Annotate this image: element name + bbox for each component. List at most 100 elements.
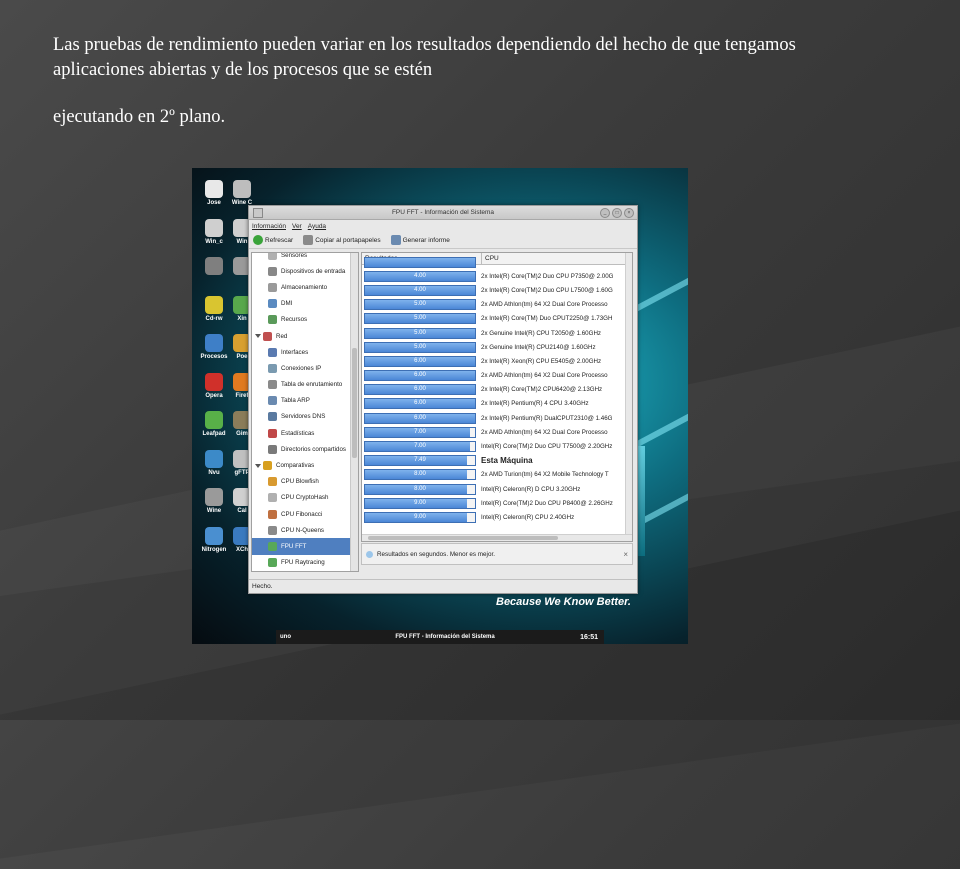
table-row[interactable]: 9.00 Intel(R) Celeron(R) CPU 2.40GHz bbox=[362, 510, 632, 524]
result-cell: 4.00 bbox=[362, 269, 478, 283]
sidebar-item[interactable]: Recursos bbox=[252, 312, 358, 328]
copy-button[interactable]: Copiar al portapapeles bbox=[303, 235, 381, 245]
result-cell: 6.00 bbox=[362, 411, 478, 425]
table-row[interactable]: 7.00 Intel(R) Core(TM)2 Duo CPU T7500@ 2.… bbox=[362, 439, 632, 453]
tree-item-icon bbox=[268, 525, 277, 535]
tree-scrollbar[interactable] bbox=[350, 253, 358, 571]
table-vertical-scrollbar[interactable] bbox=[625, 253, 632, 541]
expander-triangle-icon[interactable] bbox=[255, 463, 261, 468]
menu-ayuda[interactable]: Ayuda bbox=[308, 223, 326, 230]
sidebar-item[interactable]: CPU Fibonacci bbox=[252, 506, 358, 522]
column-header-cpu[interactable]: CPU bbox=[482, 253, 632, 264]
minimize-button[interactable]: _ bbox=[600, 208, 610, 218]
result-value: 6.00 bbox=[414, 357, 426, 364]
scroll-thumb[interactable] bbox=[368, 536, 558, 540]
sidebar-tree: Sensores Dispositivos de entrada Almacenam… bbox=[251, 252, 359, 572]
workspace-label[interactable]: uno bbox=[276, 634, 310, 640]
sidebar-item[interactable]: Estadísticas bbox=[252, 425, 358, 441]
sidebar-item[interactable]: Conexiones IP bbox=[252, 360, 358, 376]
tree-item-icon bbox=[268, 282, 277, 292]
result-cell: 8.00 bbox=[362, 468, 478, 482]
sidebar-item-label: Tabla ARP bbox=[281, 397, 310, 405]
expander-triangle-icon[interactable] bbox=[255, 334, 261, 339]
result-cell: 8.00 bbox=[362, 482, 478, 496]
table-row[interactable]: 5.00 2x Genuine Intel(R) CPU2140@ 1.60GHz bbox=[362, 340, 632, 354]
result-bar: 4.00 bbox=[364, 284, 476, 296]
sidebar-item[interactable]: CPU Blowfish bbox=[252, 474, 358, 490]
result-cell: 7.00 bbox=[362, 439, 478, 453]
table-row[interactable]: 5.00 2x Intel(R) Core(TM) Duo CPUT2250@ 1… bbox=[362, 312, 632, 326]
table-row[interactable]: 7.49 Esta Máquina bbox=[362, 454, 632, 468]
table-row[interactable]: 5.00 2x AMD Athlon(tm) 64 X2 Dual Core Pr… bbox=[362, 298, 632, 312]
sidebar-item[interactable]: Sensores bbox=[252, 253, 358, 263]
taskbar-window-button[interactable]: FPU FFT - Información del Sistema bbox=[310, 634, 580, 640]
close-button[interactable]: × bbox=[624, 208, 634, 218]
result-bar-empty bbox=[469, 427, 475, 437]
refresh-button[interactable]: Refrescar bbox=[253, 235, 293, 245]
result-cell: 5.00 bbox=[362, 312, 478, 326]
sidebar-item[interactable]: DMI bbox=[252, 296, 358, 312]
scroll-thumb[interactable] bbox=[352, 348, 357, 458]
close-icon[interactable]: × bbox=[623, 550, 628, 559]
table-row[interactable]: 8.00 Intel(R) Celeron(R) D CPU 3.20GHz bbox=[362, 482, 632, 496]
menu-informacion[interactable]: Información bbox=[252, 223, 286, 230]
sidebar-item-label: Conexiones IP bbox=[281, 364, 322, 372]
sidebar-item[interactable]: Almacenamiento bbox=[252, 279, 358, 295]
sidebar-item[interactable]: Servidores DNS bbox=[252, 409, 358, 425]
embedded-screenshot: Jose Wine C Win_c Win Cd-rw Xin Procesos Poe Ope… bbox=[192, 168, 688, 644]
table-horizontal-scrollbar[interactable] bbox=[362, 534, 632, 541]
desktop-icon[interactable]: Wine C bbox=[226, 180, 258, 206]
title-bar[interactable]: FPU FFT - Información del Sistema _ □ × bbox=[249, 206, 637, 220]
sidebar-item[interactable]: Dispositivos de entrada bbox=[252, 263, 358, 279]
sidebar-item[interactable]: Tabla ARP bbox=[252, 393, 358, 409]
result-value: 7.00 bbox=[414, 428, 426, 435]
result-bar: 5.00 bbox=[364, 341, 476, 353]
clock: 16:51 bbox=[580, 633, 598, 641]
result-value: 5.00 bbox=[414, 315, 426, 322]
sidebar-item[interactable]: Tabla de enrutamiento bbox=[252, 377, 358, 393]
sidebar-item-label: DMI bbox=[281, 300, 293, 308]
table-row[interactable]: 6.00 2x Intel(R) Core(TM)2 CPU6420@ 2.13G… bbox=[362, 383, 632, 397]
sidebar-item[interactable]: CPU N-Queens bbox=[252, 522, 358, 538]
table-row[interactable]: 4.00 2x Intel(R) Core(TM)2 Duo CPU P7350@… bbox=[362, 269, 632, 283]
table-row[interactable]: 4.00 2x Intel(R) Core(TM)2 Duo CPU L7500@… bbox=[362, 283, 632, 297]
result-bar: 6.00 bbox=[364, 370, 476, 382]
sidebar-item[interactable]: Directorios compartidos bbox=[252, 441, 358, 457]
result-bar: 6.00 bbox=[364, 412, 476, 424]
sidebar-item[interactable]: Red bbox=[252, 328, 358, 344]
table-row[interactable]: 5.00 2x Genuine Intel(R) CPU T2050@ 1.60G… bbox=[362, 326, 632, 340]
result-bar: 8.00 bbox=[364, 483, 476, 495]
app-window: FPU FFT - Información del Sistema _ □ × … bbox=[248, 205, 638, 594]
report-button[interactable]: Generar informe bbox=[390, 235, 450, 245]
sidebar-item[interactable]: FPU Raytracing bbox=[252, 555, 358, 571]
table-row[interactable]: 6.00 2x Intel(R) Pentium(R) DualCPUT2310@… bbox=[362, 411, 632, 425]
table-row[interactable]: 8.00 2x AMD Turion(tm) 64 X2 Mobile Techn… bbox=[362, 468, 632, 482]
result-bar: 6.00 bbox=[364, 355, 476, 367]
cpu-cell: Intel(R) Core(TM)2 Duo CPU P8400@ 2.26GH… bbox=[481, 499, 613, 507]
table-row[interactable]: 9.00 Intel(R) Core(TM)2 Duo CPU P8400@ 2.… bbox=[362, 496, 632, 510]
tree-item-icon bbox=[268, 558, 277, 568]
maximize-button[interactable]: □ bbox=[612, 208, 622, 218]
app-icon bbox=[205, 295, 223, 314]
result-bar-empty bbox=[467, 456, 475, 466]
sidebar-item[interactable]: Comparativas bbox=[252, 457, 358, 473]
result-cell: 7.00 bbox=[362, 425, 478, 439]
result-bar: 6.00 bbox=[364, 384, 476, 396]
table-row[interactable]: 6.00 2x Intel(R) Pentium(R) 4 CPU 3.40GHz bbox=[362, 397, 632, 411]
cpu-cell: 2x Intel(R) Pentium(R) DualCPUT2310@ 1.4… bbox=[481, 414, 613, 422]
paragraph: ejecutando en 2º plano. bbox=[53, 107, 226, 127]
sidebar-item[interactable]: CPU CryptoHash bbox=[252, 490, 358, 506]
result-value: 7.00 bbox=[414, 443, 426, 450]
app-icon bbox=[205, 257, 223, 275]
table-row[interactable]: 6.00 2x AMD Athlon(tm) 64 X2 Dual Core Pr… bbox=[362, 369, 632, 383]
sidebar-item[interactable]: FPU FFT bbox=[252, 538, 358, 555]
cpu-cell: Esta Máquina bbox=[481, 456, 533, 466]
cpu-cell: 2x Intel(R) Core(TM) Duo CPUT2250@ 1.73G… bbox=[481, 315, 613, 323]
sidebar-item[interactable]: Interfaces bbox=[252, 344, 358, 360]
menu-ver[interactable]: Ver bbox=[292, 223, 302, 230]
table-row[interactable]: 7.00 2x AMD Athlon(tm) 64 X2 Dual Core Pr… bbox=[362, 425, 632, 439]
report-icon bbox=[390, 235, 401, 245]
sidebar-item-label: FPU FFT bbox=[281, 542, 307, 550]
table-row[interactable]: 6.00 2x Intel(R) Xeon(R) CPU E5405@ 2.00G… bbox=[362, 354, 632, 368]
app-icon bbox=[205, 372, 223, 391]
